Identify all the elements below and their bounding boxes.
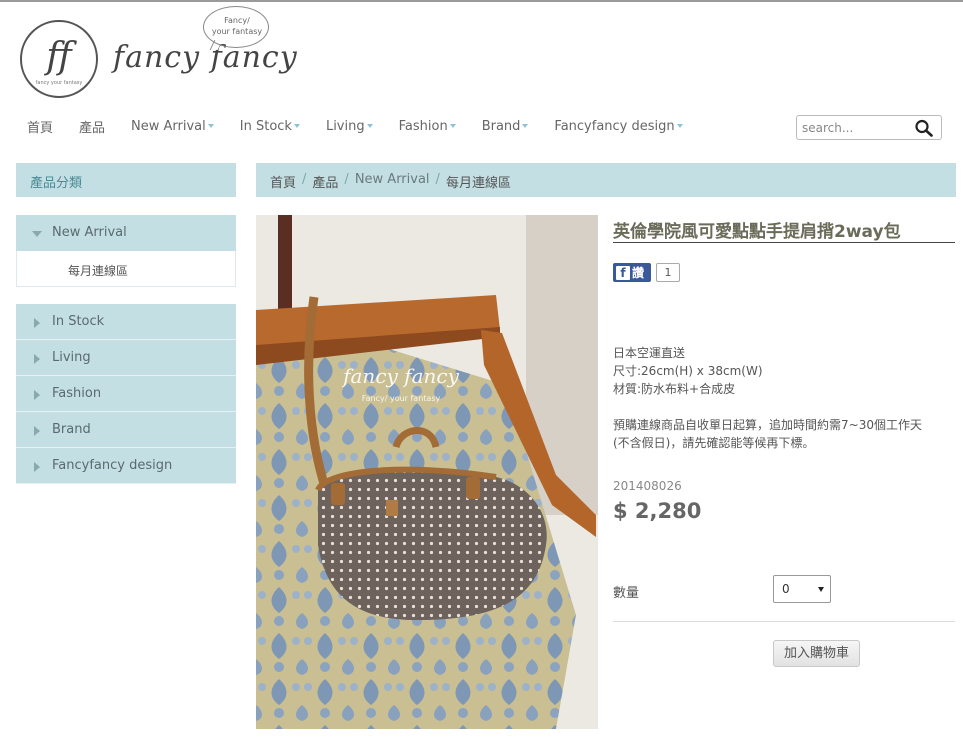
nav-item-home[interactable]: 首頁 [27,116,53,136]
expand-right-icon [34,318,40,328]
facebook-like-count: 1 [656,263,680,282]
nav-item-living[interactable]: Living [326,116,373,136]
sidebar-item-label: New Arrival [52,225,127,240]
product-photo[interactable]: fancy fancy Fancy/ your fantasy [256,215,598,729]
quantity-label: 數量 [613,586,640,601]
breadcrumb-separator: / [344,172,349,187]
breadcrumb-separator: / [302,172,307,187]
sidebar-item-new-arrival[interactable]: New Arrival [16,215,236,251]
nav-item-fashion[interactable]: Fashion [399,116,456,136]
search-input[interactable] [802,120,907,136]
breadcrumb-new-arrival[interactable]: New Arrival [355,172,430,188]
chevron-down-icon [818,587,824,592]
nav-item-brand[interactable]: Brand [482,116,529,136]
breadcrumb-home[interactable]: 首頁 [270,172,296,191]
sidebar-category-list: In Stock Living Fashion Brand Fancyfancy… [16,304,236,484]
search-box [796,115,942,140]
facebook-icon: f [616,265,630,280]
nav-item-new-arrival[interactable]: New Arrival [131,116,214,136]
photo-watermark: fancy fancy [341,364,459,388]
logo-mark[interactable]: ff fancy your fantasy [20,20,98,98]
caret-down-icon [293,124,300,128]
add-to-cart-button[interactable]: 加入購物車 [773,640,860,667]
divider [613,621,955,622]
nav-item-in-stock[interactable]: In Stock [240,116,300,136]
expand-right-icon [34,354,40,364]
nav-item-products[interactable]: 產品 [79,116,105,136]
speech-bubble: Fancy/your fantasy [203,6,269,48]
breadcrumb-current: 每月連線區 [445,176,511,191]
breadcrumb: 首頁 / 產品 / New Arrival / 每月連線區 [256,163,956,197]
caret-down-icon [522,124,529,128]
desc-line: (不含假日)，請先確認能等候再下標。 [613,436,815,450]
product-description: 日本空運直送 尺寸:26cm(H) x 38cm(W) 材質:防水布料+合成皮 … [613,344,958,452]
photo-watermark-sub: Fancy/ your fantasy [362,394,441,403]
caret-down-icon [207,124,214,128]
main-nav: 首頁 產品 New Arrival In Stock Living Fashio… [27,116,709,136]
desc-line: 日本空運直送 [613,346,686,360]
quantity-value: 0 [782,582,790,596]
expand-down-icon [32,231,42,237]
caret-down-icon [449,124,456,128]
desc-line: 尺寸:26cm(H) x 38cm(W) [613,364,763,378]
product-sku: 201408026 [613,479,682,493]
top-border [0,0,963,2]
brand-name[interactable]: fancy fancy [113,40,298,75]
sidebar-item-in-stock[interactable]: In Stock [16,304,236,340]
product-title: 英倫學院風可愛點點手提肩揹2way包 [613,217,955,243]
caret-down-icon [676,124,683,128]
breadcrumb-products[interactable]: 產品 [312,172,338,191]
sidebar-item-brand[interactable]: Brand [16,412,236,448]
sidebar-item-fancyfancy-design[interactable]: Fancyfancy design [16,448,236,484]
expand-right-icon [34,462,40,472]
logo-initials: ff [46,36,72,77]
expand-right-icon [34,390,40,400]
facebook-like-button[interactable]: f 讚 [613,263,651,282]
sidebar-heading: 產品分類 [16,163,236,197]
desc-line: 預購連線商品自收單日起算，追加時間約需7~30個工作天 [613,418,922,432]
desc-line: 材質:防水布料+合成皮 [613,382,736,396]
speech-bubble-text: Fancy/your fantasy [211,16,263,36]
expand-right-icon [34,426,40,436]
quantity-select[interactable]: 0 [773,575,831,603]
facebook-like-label: 讚 [632,266,645,280]
search-icon[interactable] [914,119,934,137]
breadcrumb-separator: / [435,172,440,187]
caret-down-icon [366,124,373,128]
sidebar-item-fashion[interactable]: Fashion [16,376,236,412]
desc-spacer [613,398,958,416]
nav-item-fancyfancy-design[interactable]: Fancyfancy design [554,116,683,136]
sidebar-subitem-monthly[interactable]: 每月連線區 [16,251,236,287]
sidebar-item-living[interactable]: Living [16,340,236,376]
logo-tagline: fancy your fantasy [35,80,83,86]
product-price: $ 2,280 [613,499,702,523]
